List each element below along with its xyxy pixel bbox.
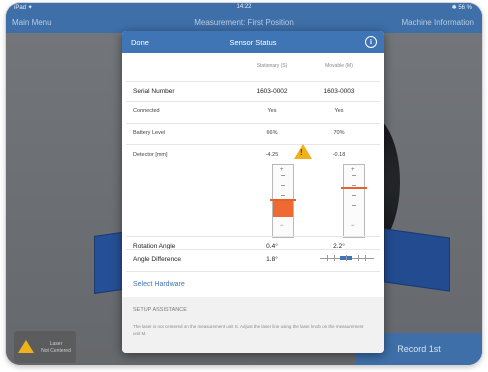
connected-movable: Yes [334,108,344,114]
warning-line-2: Not Centered [41,348,71,354]
row-detector: Detector [mm] -4.25 -0.18 [126,144,380,237]
row-serial-number: Serial Number 1603-0002 1603-0003 [126,81,380,101]
column-header-stationary: Stationary (S) [256,63,288,69]
warning-triangle-icon [18,340,34,353]
detector-gauge-stationary: + − [270,164,296,238]
machine-information-button[interactable]: Machine Information [402,18,474,27]
nav-bar: Main Menu Measurement: First Position Ma… [6,13,482,33]
row-label: Detector [mm] [133,152,168,158]
serial-stationary: 1603-0002 [256,88,288,95]
row-connected: Connected Yes Yes [126,101,380,121]
warning-line-1: Laser [49,341,63,347]
row-label: Angle Difference [133,256,181,263]
column-header-movable: Movable (M) [325,63,353,69]
detector-movable: -0.18 [332,152,346,158]
select-hardware-link[interactable]: Select Hardware [133,281,185,288]
row-label: Connected [133,108,160,114]
status-bar: iPad ✦ 14:22 ✱ 56 % [6,3,482,13]
row-label: Serial Number [133,88,175,95]
dialog-title: Sensor Status [229,38,277,47]
row-battery-level: Battery Level 66% 70% [126,123,380,143]
connected-stationary: Yes [267,108,277,114]
row-label: Battery Level [133,130,166,136]
warning-symbol: ! [300,148,303,157]
battery-stationary: 66% [266,130,278,136]
setup-assistance-title: SETUP ASSISTANCE [133,307,187,313]
detector-position-marker [341,187,367,189]
info-circle-icon[interactable]: i [365,36,377,48]
angle-difference-value: 1.8° [266,256,278,263]
warning-triangle-icon: ! [294,144,312,159]
movable-unit-model [384,228,450,292]
status-time: 14:22 [236,4,252,10]
status-right: ✱ 56 % [451,5,472,11]
detector-position-marker [270,199,296,201]
detector-gauge-movable: + − [341,164,367,238]
ipad-screen: iPad ✦ 14:22 ✱ 56 % Main Menu Measuremen… [6,3,482,365]
sensor-status-dialog: Done Sensor Status i Stationary (S) Mova… [122,31,384,353]
laser-warning-button[interactable]: Laser Not Centered [14,331,76,363]
setup-assistance-text: The laser is not centered on the measure… [133,324,364,336]
setup-assistance-panel: SETUP ASSISTANCE The laser is not center… [122,297,384,353]
detector-position-fill [273,201,293,217]
dialog-header: Done Sensor Status i [122,31,384,53]
serial-movable: 1603-0003 [323,88,355,95]
battery-movable: 70% [333,130,345,136]
